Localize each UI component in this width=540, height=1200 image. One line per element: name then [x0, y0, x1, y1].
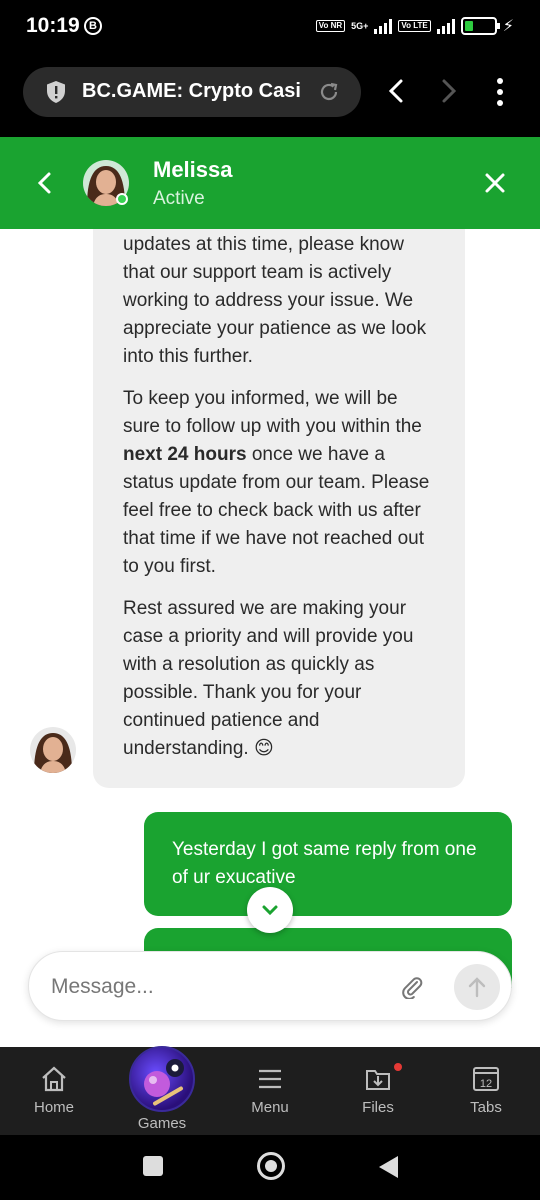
- bold-text: next 24 hours: [123, 444, 247, 465]
- volte-nr-icon: Vo NR: [315, 20, 346, 32]
- address-bar[interactable]: BC.GAME: Crypto Casi...: [23, 67, 361, 117]
- online-status-dot: [116, 193, 128, 205]
- charging-icon: ⚡: [502, 18, 514, 35]
- reload-icon[interactable]: [317, 80, 341, 104]
- games-icon[interactable]: [129, 1046, 195, 1112]
- nav-menu[interactable]: Menu: [230, 1047, 310, 1135]
- status-indicators: Vo NR 5G+ Vo LTE 30 ⚡: [315, 15, 514, 37]
- signal-icon: [374, 18, 393, 34]
- system-nav-bar: [0, 1135, 540, 1200]
- clock: 10:19: [26, 14, 80, 37]
- user-message-bubble: Yesterday I got same reply from one of u…: [144, 812, 512, 916]
- menu-icon: [259, 1069, 281, 1089]
- volte-lte-icon: Vo LTE: [398, 20, 431, 32]
- chevron-down-icon: [262, 905, 278, 916]
- more-options-icon[interactable]: [490, 76, 510, 108]
- text-span: To keep you informed, we will be sure to…: [123, 388, 422, 437]
- signal-icon-2: [436, 18, 455, 34]
- app-notification-icon: B: [84, 17, 102, 35]
- close-icon[interactable]: [483, 171, 507, 195]
- nav-files[interactable]: Files: [338, 1047, 418, 1135]
- scroll-to-bottom-button[interactable]: [247, 887, 293, 933]
- nav-tabs[interactable]: 12 Tabs: [446, 1047, 526, 1135]
- arrow-up-icon: [468, 977, 486, 998]
- download-folder-icon: [366, 1070, 390, 1090]
- recents-button[interactable]: [143, 1156, 163, 1176]
- tab-count: 12: [480, 1078, 492, 1090]
- tabs-icon: 12: [473, 1067, 499, 1091]
- attachment-icon[interactable]: [400, 975, 424, 999]
- message-composer: [28, 951, 512, 1021]
- send-button[interactable]: [454, 964, 500, 1010]
- nav-label: Home: [33, 1099, 74, 1116]
- status-bar: 10:19 B Vo NR 5G+ Vo LTE 30 ⚡: [0, 0, 540, 52]
- page-title[interactable]: BC.GAME: Crypto Casi...: [82, 80, 302, 103]
- browser-toolbar: BC.GAME: Crypto Casi...: [0, 52, 540, 137]
- notification-dot: [394, 1063, 402, 1071]
- chat-header: Melissa Active: [0, 137, 540, 229]
- agent-avatar-small: [30, 727, 76, 773]
- battery-level: 30: [472, 20, 485, 32]
- battery-icon: 30: [460, 17, 500, 35]
- agent-message-paragraph: updates at this time, please know that o…: [123, 234, 427, 367]
- nav-label-games[interactable]: Games: [122, 1115, 202, 1132]
- home-icon: [42, 1066, 66, 1092]
- back-triangle-icon[interactable]: [376, 1154, 400, 1180]
- home-button[interactable]: [257, 1152, 285, 1180]
- agent-message-bubble: updates at this time, please know that o…: [93, 229, 465, 788]
- agent-message-paragraph: To keep you informed, we will be sure to…: [123, 385, 435, 581]
- browser-forward-icon[interactable]: [434, 76, 462, 106]
- agent-message-paragraph: Rest assured we are making your case a p…: [123, 598, 414, 759]
- message-input[interactable]: [51, 970, 371, 1004]
- chevron-left-icon[interactable]: [34, 170, 56, 196]
- agent-name: Melissa: [153, 157, 233, 182]
- browser-bottom-nav: Home Games Menu Files 12 Tabs: [0, 1046, 540, 1135]
- browser-back-icon[interactable]: [383, 76, 411, 106]
- message-list[interactable]: updates at this time, please know that o…: [0, 229, 540, 1047]
- network-type: 5G+: [351, 21, 369, 31]
- agent-status: Active: [153, 188, 205, 209]
- nav-label: Tabs: [470, 1099, 502, 1116]
- nav-home[interactable]: Home: [14, 1047, 94, 1135]
- nav-label: Menu: [251, 1099, 289, 1116]
- nav-label: Files: [362, 1099, 394, 1116]
- shield-icon[interactable]: [45, 80, 67, 104]
